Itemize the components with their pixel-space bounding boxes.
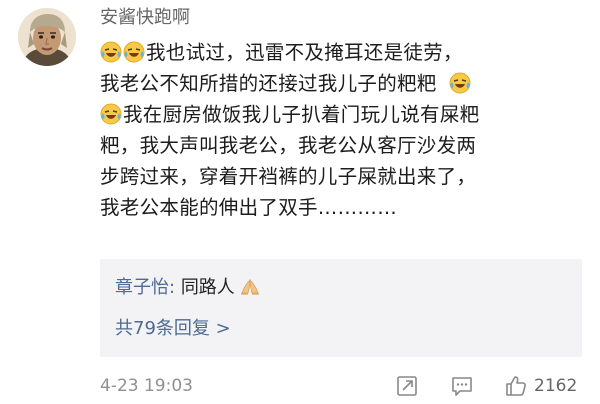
comment-line-6: 我老公本能的伸出了双手………… [100, 196, 397, 219]
laughing-crying-emoji-icon [100, 41, 122, 63]
comment-username[interactable]: 安酱快跑啊 [100, 6, 190, 30]
comment-line-5: 步跨过来，穿着开裆裤的儿子屎就出来了， [100, 165, 477, 188]
laughing-crying-emoji-icon [449, 72, 471, 94]
thumbs-up-icon[interactable] [504, 374, 528, 398]
comment-line-2: 我老公不知所措的还接过我儿子的粑粑 [100, 68, 582, 99]
laughing-crying-emoji-icon [123, 41, 145, 63]
reply-username[interactable]: 章子怡: [115, 277, 175, 298]
share-icon[interactable] [395, 374, 419, 398]
view-more-replies-link[interactable]: 共79条回复 > [115, 317, 231, 341]
avatar[interactable] [18, 8, 76, 66]
reply-preview-line: 章子怡: 同路人 [115, 276, 261, 300]
comment-text: 我也试过，迅雷不及掩耳还是徒劳， [146, 41, 463, 64]
comment-line-1: 我也试过，迅雷不及掩耳还是徒劳， [100, 37, 582, 68]
reply-text: 同路人 [180, 277, 235, 298]
folded-hands-emoji-icon [240, 279, 259, 295]
like-count: 2162 [534, 376, 578, 396]
comment-line-3: 我在厨房做饭我儿子扒着门玩儿说有屎粑 [100, 99, 582, 130]
comment-body: 我也试过，迅雷不及掩耳还是徒劳， 我老公不知所措的还接过我儿子的粑粑 我在厨房做… [100, 37, 582, 223]
comment-footer: 4-23 19:03 2162 [0, 372, 600, 402]
comment-text: 我老公不知所措的还接过我儿子的粑粑 [100, 72, 437, 95]
comment-icon[interactable] [450, 374, 474, 398]
reply-preview-box[interactable]: 章子怡: 同路人 共79条回复 > [100, 259, 582, 357]
comment-line-4: 粑，我大声叫我老公，我老公从客厅沙发两 [100, 134, 477, 157]
comment-timestamp: 4-23 19:03 [100, 376, 193, 396]
laughing-crying-emoji-icon [100, 103, 122, 125]
comment-text: 我在厨房做饭我儿子扒着门玩儿说有屎粑 [123, 103, 480, 126]
